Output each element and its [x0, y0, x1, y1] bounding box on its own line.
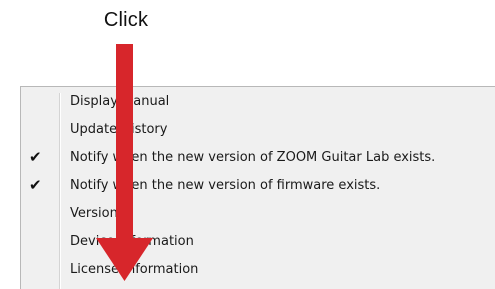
menu-item-label: Notify when the new version of ZOOM Guit… — [70, 150, 436, 165]
menu-item-label: License Information — [70, 262, 199, 277]
menu-item-version[interactable]: Version — [21, 202, 495, 228]
menu-item-label: Update History — [70, 122, 168, 137]
menu-item-label: Notify when the new version of firmware … — [70, 178, 381, 193]
menu-item-label: Display Manual — [70, 94, 170, 109]
help-dropdown-menu: Display Manual Update History ✔ Notify w… — [20, 86, 495, 289]
menu-item-update-history[interactable]: Update History — [21, 118, 495, 144]
menu-item-license-information[interactable]: License Information — [21, 258, 495, 284]
menu-item-display-manual[interactable]: Display Manual — [21, 90, 495, 116]
tutorial-screenshot: Click Display Manual Update History ✔ No… — [0, 0, 495, 289]
check-icon: ✔ — [29, 176, 42, 194]
menu-item-notify-firmware[interactable]: ✔ Notify when the new version of firmwar… — [21, 174, 495, 200]
menu-item-device-information[interactable]: Device Information — [21, 230, 495, 256]
check-icon — [29, 121, 43, 137]
check-icon — [29, 233, 43, 249]
check-icon: ✔ — [29, 148, 42, 166]
check-icon — [29, 261, 43, 277]
menu-item-notify-guitar-lab[interactable]: ✔ Notify when the new version of ZOOM Gu… — [21, 146, 495, 172]
click-caption: Click — [103, 9, 149, 31]
menu-item-label: Device Information — [70, 234, 194, 249]
check-icon — [29, 205, 43, 221]
menu-item-label: Version — [70, 206, 118, 221]
check-icon — [29, 93, 43, 109]
